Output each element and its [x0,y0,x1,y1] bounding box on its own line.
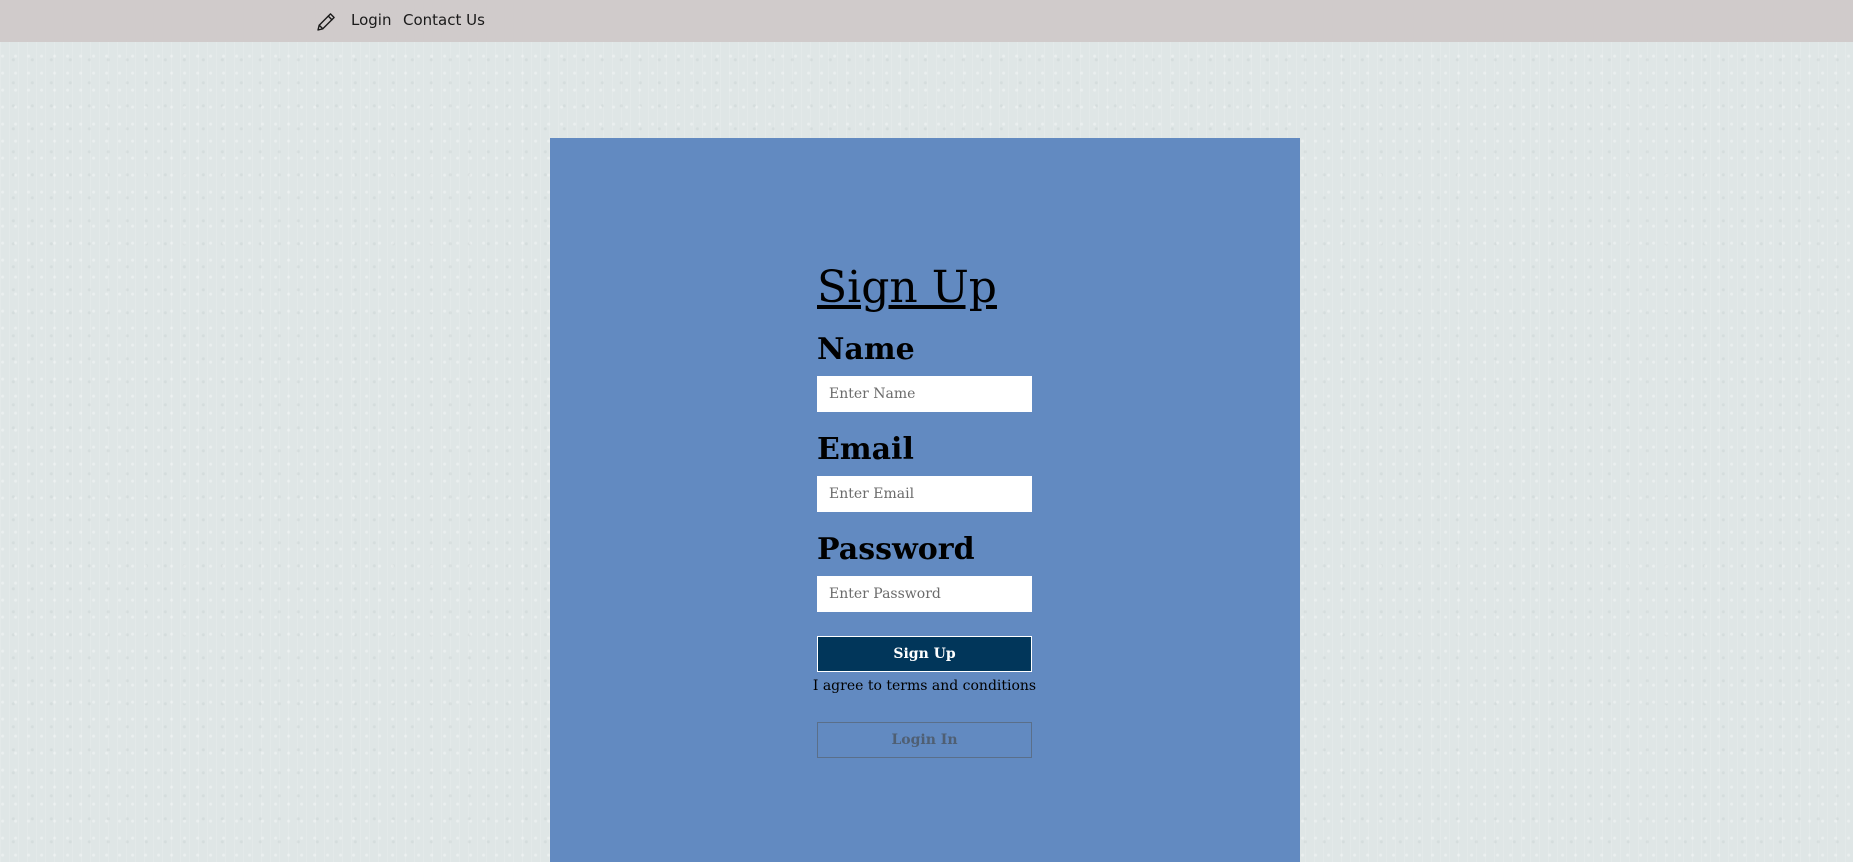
pencil-icon[interactable] [315,11,337,33]
login-in-button[interactable]: Login In [817,722,1032,758]
nav-link-login[interactable]: Login [351,11,391,29]
sign-up-button[interactable]: Sign Up [817,636,1032,672]
email-input[interactable] [817,476,1032,512]
password-input[interactable] [817,576,1032,612]
name-label: Name [817,332,915,367]
nav-link-contact-us[interactable]: Contact Us [403,11,485,29]
terms-text: I agree to terms and conditions [812,678,1037,694]
email-label: Email [817,432,914,467]
password-label: Password [817,532,975,567]
page-title: Sign Up [817,262,997,313]
signup-panel: Sign Up Name Email Password Sign Up I ag… [550,138,1300,862]
name-input[interactable] [817,376,1032,412]
top-navbar: Login Contact Us [0,0,1853,42]
